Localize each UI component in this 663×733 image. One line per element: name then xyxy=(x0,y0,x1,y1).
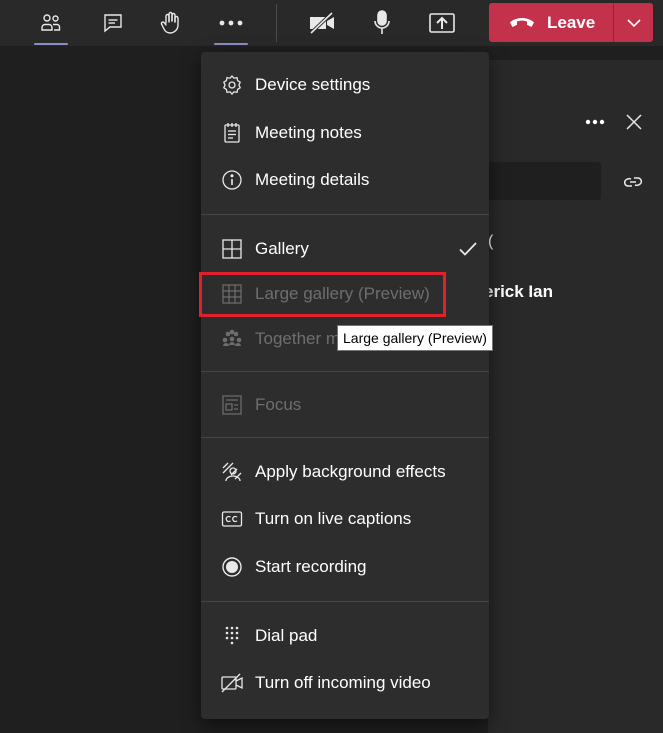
chat-button[interactable] xyxy=(89,0,137,46)
link-icon[interactable] xyxy=(621,171,645,193)
menu-item-meeting-notes[interactable]: Meeting notes xyxy=(201,110,489,156)
microphone-button[interactable] xyxy=(358,0,406,46)
menu-item-label: Start recording xyxy=(255,557,367,576)
menu-item-label: Turn on live captions xyxy=(255,509,412,528)
menu-divider xyxy=(201,371,489,372)
leave-label: Leave xyxy=(547,12,596,32)
menu-item-incoming-video[interactable]: Turn off incoming video xyxy=(201,660,489,706)
dialpad-icon xyxy=(220,624,244,648)
menu-item-live-captions[interactable]: Turn on live captions xyxy=(201,496,489,542)
mic-icon xyxy=(374,10,390,34)
share-icon xyxy=(429,13,455,33)
menu-item-label: Focus xyxy=(255,395,302,414)
menu-divider xyxy=(201,214,489,215)
toolbar-divider xyxy=(276,4,277,42)
menu-divider xyxy=(201,437,489,438)
menu-item-meeting-details[interactable]: Meeting details xyxy=(201,157,489,203)
highlight-annotation xyxy=(199,272,446,317)
menu-item-start-recording[interactable]: Start recording xyxy=(201,544,489,590)
video-off-icon xyxy=(220,671,244,695)
captions-icon xyxy=(220,507,244,531)
close-icon[interactable] xyxy=(624,112,644,132)
share-link-field[interactable] xyxy=(488,162,601,200)
menu-item-background-effects[interactable]: Apply background effects xyxy=(201,449,489,495)
menu-item-label: Device settings xyxy=(255,75,371,94)
more-actions-menu: Device settings Meeting notes Meeting de… xyxy=(201,52,489,719)
tooltip: Large gallery (Preview) xyxy=(337,325,493,351)
leave-button[interactable]: Leave xyxy=(489,3,653,42)
meeting-toolbar: Leave xyxy=(0,0,663,46)
focus-icon xyxy=(220,393,244,417)
menu-item-label: Dial pad xyxy=(255,626,318,645)
more-icon xyxy=(219,20,243,26)
menu-item-label: Turn off incoming video xyxy=(255,673,431,692)
gallery-icon xyxy=(220,237,244,261)
menu-item-device-settings[interactable]: Device settings xyxy=(201,62,489,108)
panel-more-icon[interactable] xyxy=(584,111,606,133)
menu-item-label: Meeting notes xyxy=(255,123,362,142)
participants-panel xyxy=(488,60,663,733)
menu-item-dial-pad[interactable]: Dial pad xyxy=(201,613,489,659)
checkmark-icon xyxy=(459,242,477,256)
raise-hand-button[interactable] xyxy=(147,0,195,46)
together-mode-icon xyxy=(220,327,244,351)
background-effects-icon xyxy=(220,460,244,484)
more-actions-button[interactable] xyxy=(207,0,255,46)
menu-item-gallery[interactable]: Gallery xyxy=(201,226,489,272)
gear-icon xyxy=(220,73,244,97)
camera-button[interactable] xyxy=(298,0,346,46)
menu-item-label: Gallery xyxy=(255,239,309,258)
menu-item-label: Meeting details xyxy=(255,170,370,189)
menu-item-label: Together m xyxy=(255,329,341,348)
phone-hangup-icon xyxy=(510,17,534,27)
share-button[interactable] xyxy=(418,0,466,46)
participant-name: erick Ian xyxy=(484,282,553,301)
notes-icon xyxy=(220,121,244,145)
menu-item-focus[interactable]: Focus xyxy=(201,382,489,428)
hand-icon xyxy=(160,11,179,34)
participants-button[interactable] xyxy=(27,0,75,46)
menu-item-label: Apply background effects xyxy=(255,462,446,481)
leave-options-button[interactable] xyxy=(614,3,653,42)
chevron-down-icon xyxy=(626,18,641,27)
chat-icon xyxy=(104,14,122,33)
menu-divider xyxy=(201,601,489,602)
people-icon xyxy=(41,14,61,31)
leave-main-button[interactable]: Leave xyxy=(489,3,613,42)
camera-off-icon xyxy=(309,11,334,35)
record-icon xyxy=(220,555,244,579)
info-icon xyxy=(220,168,244,192)
